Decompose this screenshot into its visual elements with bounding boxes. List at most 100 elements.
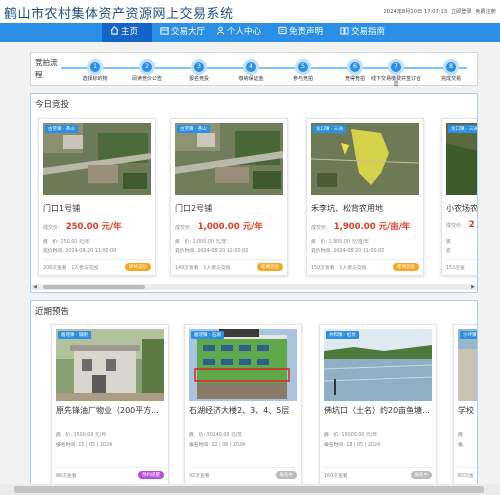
view-count: 150次查看 <box>311 266 335 271</box>
nav-item-user-center[interactable]: 个人中心 <box>216 23 261 42</box>
reminder-button[interactable]: 预约提醒 <box>138 471 164 479</box>
flow-step-8: 8 完成交易 <box>421 59 481 82</box>
nav-item-disclaimer[interactable]: 免责声明 <box>278 23 323 42</box>
item-name: 原先锋油厂物业（200平方... <box>56 406 159 415</box>
preview-card[interactable]: 共和镇 · 桩坑 佛坑口（土名）约20亩鱼塘... 底 价: 15000.00 … <box>319 324 437 485</box>
card-footer: 92次查看 报名中 <box>189 467 297 479</box>
deal-price: 2 <box>468 220 475 230</box>
auction-card[interactable]: 古劳镇 · 茶山 门口1号铺 成交价: 250.00 元/年 底 价: 250.0… <box>38 118 156 276</box>
bidder-count: 1人参与竞投 <box>71 266 99 271</box>
nav-item-hall[interactable]: 交易大厅 <box>160 23 205 42</box>
location-tag: 沙坪镇 <box>460 331 477 339</box>
preview-card[interactable]: 雅瑶镇 · 隔朗 原先锋油厂物业（200平方... 底 价: 1500.00 元… <box>51 324 169 485</box>
status-badge[interactable]: 即将竞投 <box>125 263 151 271</box>
today-auction-section: 今日竞投 古劳镇 · 茶山 门口1号铺 成交价: 250.00 元/年 底 价: … <box>30 93 478 293</box>
base-price-row: 底 价: 30240.00 元/年 <box>189 433 243 438</box>
user-icon <box>216 26 225 35</box>
horizontal-scrollbar[interactable]: ◀ ▶ <box>31 284 477 290</box>
location-tag: 龙口镇 · 三洲 <box>313 125 346 133</box>
base-price-row: 底 价: 1,000.00 元/年 <box>175 240 227 245</box>
flow-label: 竞拍流程 <box>35 58 58 79</box>
base-price-row: 底 <box>446 240 451 245</box>
flow-step-3: 3 报名竞投 <box>169 59 229 82</box>
flow-step-7: 7 线下交易缴费并签订合同 <box>370 59 422 88</box>
auction-time-row: 竞价时间: 2024-08-20 11:00:00 <box>43 249 117 254</box>
view-count: 149次查看 <box>175 266 199 271</box>
home-icon <box>110 26 119 35</box>
deal-price-row: 成交价: 1,900.00 元/亩/年 <box>311 222 411 232</box>
map-photo: 龙口镇 · 三洲 <box>311 123 419 195</box>
item-name: 门口1号铺 <box>43 204 81 213</box>
location-tag: 龙口镇 · 三洲 <box>448 125 477 133</box>
register-link[interactable]: 免费注册 <box>475 9 496 15</box>
location-tag: 共和镇 · 桩坑 <box>326 331 359 339</box>
flow-step-2: 2 阅读竞价公告 <box>117 59 177 82</box>
signup-time-row: 报名时间: 22 | 08 | 2024 <box>189 443 246 448</box>
card-footer: 208次查看 1人参与竞投 即将竞投 <box>43 259 151 271</box>
item-name: 门口2号铺 <box>175 204 213 213</box>
view-count: 160次查看 <box>324 474 348 479</box>
building-photo: 雅瑶镇 · 石湖 <box>189 329 297 401</box>
main-nav: 主页 交易大厅 个人中心 免责声明 交易指南 <box>0 23 500 42</box>
guide-icon <box>340 27 349 35</box>
auction-card[interactable]: 龙口镇 · 三洲 小农场农 成交价: 2 底 竞 152次查 <box>441 118 478 276</box>
flow-step-1: 1 选择标的物 <box>65 59 125 82</box>
scroll-left-icon[interactable]: ◀ <box>31 284 39 290</box>
site-header: 鹤山市农村集体资产资源网上交易系统 2024年8月10日 17:07:13 立即… <box>0 0 500 23</box>
aerial-photo: 古劳镇 · 茶山 <box>175 123 283 195</box>
deal-price: 1,900.00 元/亩/年 <box>333 222 411 232</box>
card-footer: 152次查 <box>446 259 477 271</box>
scrollbar-thumb[interactable] <box>43 285 145 289</box>
signup-time-row: 报名时间: 18 | 05 | 2024 <box>324 443 381 448</box>
view-count: 65次查 <box>458 474 474 479</box>
hall-icon <box>160 27 169 35</box>
deal-price-row: 成交价: 2 <box>446 220 475 230</box>
base-price-row: 底 价: 250.00 元/年 <box>43 240 91 245</box>
card-footer: 86次查看 预约提醒 <box>56 467 164 479</box>
location-tag: 古劳镇 · 茶山 <box>177 125 210 133</box>
upcoming-section: 近期预告 雅瑶镇 · 隔朗 原先锋油厂物业（200平方... 底 价: 1500… <box>30 300 478 486</box>
page-horizontal-scrollbar[interactable] <box>0 484 500 495</box>
scroll-right-icon[interactable]: ▶ <box>469 284 477 290</box>
item-name: 石湖经济大楼2、3、4、5层 <box>189 406 290 415</box>
deal-price-row: 成交价: 250.00 元/年 <box>43 222 122 232</box>
view-count: 86次查看 <box>56 474 77 479</box>
auction-card[interactable]: 龙口镇 · 三洲 禾李坑、松背农用地 成交价: 1,900.00 元/亩/年 底 … <box>306 118 424 276</box>
status-badge[interactable]: 即将竞投 <box>257 263 283 271</box>
page-scrollbar-thumb[interactable] <box>14 486 484 493</box>
status-badge[interactable]: 即将竞投 <box>393 263 419 271</box>
nav-item-guide[interactable]: 交易指南 <box>340 23 385 42</box>
signup-time-row: 报 <box>458 443 463 448</box>
view-count: 152次查 <box>446 266 465 271</box>
status-badge[interactable]: 报名中 <box>275 471 297 479</box>
card-footer: 149次查看 1人参与竞投 即将竞投 <box>175 259 283 271</box>
location-tag: 古劳镇 · 茶山 <box>45 125 78 133</box>
auction-card[interactable]: 古劳镇 · 茶山 门口2号铺 成交价: 1,000.00 元/年 底 价: 1,0… <box>170 118 288 276</box>
current-datetime: 2024年8月10日 17:07:13 <box>383 9 448 15</box>
building-photo: 雅瑶镇 · 隔朗 <box>56 329 164 401</box>
deal-price: 1,000.00 元/年 <box>197 222 263 232</box>
flow-step-5: 5 参与竞拍 <box>273 59 333 82</box>
aerial-photo: 龙口镇 · 三洲 <box>446 123 477 195</box>
status-badge[interactable]: 报名中 <box>410 471 432 479</box>
location-tag: 雅瑶镇 · 石湖 <box>191 331 224 339</box>
item-name: 小农场农 <box>446 204 478 213</box>
nav-item-home[interactable]: 主页 <box>102 23 152 42</box>
auction-time-row: 竞价时间: 2024-08-20 11:00:00 <box>311 249 385 254</box>
login-link[interactable]: 立即登录 <box>451 9 472 15</box>
location-tag: 雅瑶镇 · 隔朗 <box>58 331 91 339</box>
preview-card[interactable]: 沙坪镇 学校 底 报 65次查 <box>453 324 477 485</box>
section-title: 今日竞投 <box>35 100 70 110</box>
item-name: 禾李坑、松背农用地 <box>311 204 383 213</box>
item-name: 学校 <box>458 406 474 415</box>
section-title: 近期预告 <box>35 307 70 317</box>
notice-icon <box>278 26 287 35</box>
card-footer: 65次查 <box>458 467 477 479</box>
preview-card[interactable]: 雅瑶镇 · 石湖 石湖经济大楼2、3、4、5层 底 价: 30240.00 元/… <box>184 324 302 485</box>
view-count: 208次查看 <box>43 266 67 271</box>
base-price-row: 底 价: 15000.00 元/年 <box>324 433 378 438</box>
pond-photo: 共和镇 · 桩坑 <box>324 329 432 401</box>
deal-price: 250.00 元/年 <box>65 222 122 232</box>
base-price-row: 底 <box>458 433 463 438</box>
auction-time-row: 竞价时间: 2024-08-20 12:00:00 <box>175 249 249 254</box>
